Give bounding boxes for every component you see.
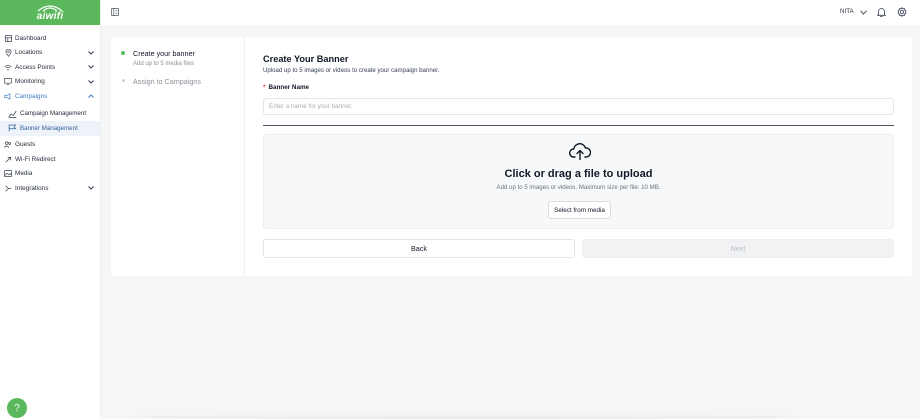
access-point-icon	[4, 63, 12, 71]
redirect-icon	[4, 155, 12, 163]
top-header	[101, 0, 920, 25]
page-bottom-shadow	[130, 414, 800, 419]
back-button[interactable]: Back	[263, 239, 575, 258]
page-title: Create Your Banner	[263, 54, 349, 64]
sidebar-nav: Dashboard Locations Access Points Monito…	[0, 25, 100, 196]
user-name[interactable]: NITA	[840, 8, 854, 15]
megaphone-icon	[4, 92, 12, 100]
sidebar-item-label: Locations	[15, 49, 43, 57]
chevron-down-icon	[88, 50, 94, 56]
flag-icon	[8, 124, 17, 132]
sidebar-item-label: Wi-Fi Redirect	[15, 155, 56, 163]
step-inactive-dot	[121, 79, 125, 82]
form-divider	[263, 125, 894, 126]
banner-name-label: * Banner Name	[263, 84, 309, 91]
upload-title: Click or drag a file to upload	[504, 168, 653, 180]
image-icon	[4, 170, 12, 178]
sidebar-subitem-banner-management[interactable]: Banner Management	[0, 121, 100, 136]
step-active-dot	[121, 51, 125, 55]
step-subtitle: Add up to 5 media files	[133, 61, 195, 67]
upload-subtitle: Add up to 5 images or videos. Maximum si…	[496, 184, 661, 191]
sidebar-item-media[interactable]: Media	[0, 167, 100, 182]
sidebar-subitem-label: Campaign Management	[20, 110, 87, 118]
page-subtitle: Upload up to 5 images or videos to creat…	[263, 67, 440, 74]
users-icon	[4, 141, 12, 149]
dashboard-icon	[4, 34, 12, 42]
banner-name-label-text: Banner Name	[268, 84, 310, 91]
sidebar-item-label: Dashboard	[15, 34, 47, 42]
sidebar-item-label: Integrations	[15, 184, 49, 192]
sidebar-toggle-icon[interactable]	[111, 8, 119, 16]
cloud-upload-icon	[569, 143, 591, 160]
next-button[interactable]: Next	[582, 239, 894, 258]
bell-icon[interactable]	[876, 7, 886, 17]
sidebar-item-dashboard[interactable]: Dashboard	[0, 31, 100, 46]
sidebar-item-label: Access Points	[15, 63, 56, 71]
sidebar-item-label: Guests	[15, 141, 36, 149]
required-mark: *	[263, 84, 266, 91]
sidebar-item-campaigns[interactable]: Campaigns	[0, 89, 100, 104]
sidebar-item-locations[interactable]: Locations	[0, 46, 100, 61]
sidebar: aiwifi Dashboard Locations Access Points	[0, 0, 101, 419]
location-pin-icon	[4, 48, 12, 57]
wizard-steps: Create your banner Add up to 5 media fil…	[111, 37, 245, 276]
chevron-down-icon	[88, 185, 94, 191]
banner-wizard-card: Create your banner Add up to 5 media fil…	[111, 37, 912, 276]
chevron-down-icon[interactable]	[858, 7, 868, 17]
wifi-arc-icon	[37, 5, 63, 12]
chevron-down-icon	[88, 79, 94, 85]
chevron-up-icon	[88, 93, 94, 99]
sidebar-subitem-campaign-management[interactable]: Campaign Management	[0, 107, 100, 122]
sidebar-item-label: Monitoring	[15, 78, 45, 86]
step-title: Assign to Campaigns	[133, 77, 201, 86]
sidebar-item-guests[interactable]: Guests	[0, 138, 100, 153]
help-button[interactable]: ?	[7, 398, 27, 418]
integrations-icon	[4, 184, 12, 192]
chevron-down-icon	[88, 64, 94, 70]
monitor-icon	[4, 78, 12, 86]
sidebar-item-label: Media	[15, 170, 33, 178]
chart-icon	[8, 110, 17, 118]
gear-icon[interactable]	[897, 7, 907, 17]
sidebar-item-access-points[interactable]: Access Points	[0, 60, 100, 75]
select-from-media-button[interactable]: Select from media	[548, 201, 611, 219]
step-title: Create your banner	[133, 49, 195, 58]
sidebar-item-wifi-redirect[interactable]: Wi-Fi Redirect	[0, 152, 100, 167]
sidebar-item-monitoring[interactable]: Monitoring	[0, 75, 100, 90]
sidebar-subitem-label: Banner Management	[20, 124, 78, 132]
sidebar-item-label: Campaigns	[15, 92, 48, 100]
brand-logo[interactable]: aiwifi	[0, 0, 100, 25]
banner-name-input[interactable]	[263, 98, 894, 115]
logo-text: aiwifi	[36, 11, 64, 22]
file-upload-dropzone[interactable]: Click or drag a file to upload Add up to…	[263, 134, 894, 229]
sidebar-item-integrations[interactable]: Integrations	[0, 181, 100, 196]
